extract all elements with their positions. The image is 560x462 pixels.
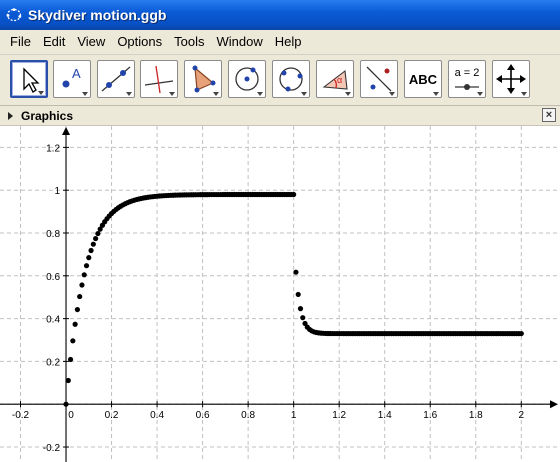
data-point <box>77 293 83 300</box>
angle-tool-button[interactable]: α <box>316 60 354 98</box>
data-point <box>86 255 92 261</box>
point-tool-button[interactable]: A <box>53 60 91 98</box>
svg-text:α: α <box>337 75 342 85</box>
app-window: Skydiver motion.ggb File Edit View Optio… <box>0 0 560 462</box>
polygon-tool-button[interactable] <box>184 60 222 98</box>
data-point <box>293 269 299 275</box>
y-tick-label: 1.2 <box>46 143 60 154</box>
data-point <box>70 338 76 344</box>
graphics-panel-header: Graphics × <box>0 106 560 126</box>
slider-tool-button[interactable]: a = 2 <box>448 60 486 98</box>
data-point <box>297 306 304 312</box>
x-tick-label: 1.2 <box>332 410 346 421</box>
data-point <box>90 241 96 247</box>
circle-three-points-tool-button[interactable] <box>272 60 310 98</box>
y-tick-label: 0.2 <box>46 357 60 368</box>
data-point <box>300 315 306 321</box>
geogebra-icon <box>6 7 22 23</box>
y-tick-label: 0.4 <box>46 315 60 326</box>
y-axis-arrow <box>62 127 71 135</box>
data-point <box>291 191 297 198</box>
menu-tools[interactable]: Tools <box>168 30 210 54</box>
menu-help[interactable]: Help <box>269 30 308 54</box>
close-icon[interactable]: × <box>542 108 556 122</box>
x-tick-label: -0.2 <box>12 410 30 421</box>
data-point <box>74 306 80 313</box>
line-tool-button[interactable] <box>97 60 135 98</box>
svg-text:A: A <box>72 66 81 81</box>
y-tick-label: 0.8 <box>46 229 60 240</box>
data-point <box>72 321 78 327</box>
data-point <box>95 230 101 237</box>
panel-title: Graphics <box>21 108 74 123</box>
reflect-tool-button[interactable] <box>360 60 398 98</box>
menu-bar: File Edit View Options Tools Window Help <box>0 30 560 54</box>
x-tick-label: 0.8 <box>241 410 255 421</box>
text-tool-button[interactable]: ABC <box>404 60 442 98</box>
x-tick-label: 0.6 <box>196 410 210 421</box>
window-title: Skydiver motion.ggb <box>28 7 167 23</box>
x-tick-label: 0.2 <box>105 410 119 421</box>
move-tool-button[interactable] <box>10 60 48 98</box>
data-point <box>83 263 90 269</box>
x-tick-label: 1.8 <box>469 410 483 421</box>
data-point <box>65 377 71 384</box>
data-point <box>295 291 301 298</box>
data-point <box>88 247 94 254</box>
menu-edit[interactable]: Edit <box>37 30 71 54</box>
x-tick-label: 0.4 <box>150 410 164 421</box>
circle-tool-button[interactable] <box>228 60 266 98</box>
x-tick-label: 1.6 <box>423 410 437 421</box>
menu-options[interactable]: Options <box>111 30 168 54</box>
data-point <box>518 330 524 337</box>
data-point <box>67 356 74 363</box>
y-tick-label: 1 <box>54 186 60 197</box>
data-point <box>63 401 69 407</box>
menu-view[interactable]: View <box>71 30 111 54</box>
y-tick-label: 0.6 <box>46 272 60 283</box>
collapse-triangle-icon[interactable] <box>8 111 13 120</box>
move-view-tool-button[interactable] <box>492 60 530 98</box>
menu-file[interactable]: File <box>4 30 37 54</box>
x-tick-label: 0 <box>68 410 74 421</box>
x-tick-label: 1 <box>291 410 297 421</box>
data-point <box>81 272 87 278</box>
perpendicular-tool-button[interactable] <box>140 60 178 98</box>
data-point <box>93 235 99 242</box>
toolbar: A α ABC a = 2 <box>0 54 560 106</box>
title-bar[interactable]: Skydiver motion.ggb <box>0 0 560 30</box>
menu-window[interactable]: Window <box>210 30 268 54</box>
scatter-plot: -0.2 0 0.2 0.4 0.6 0.8 1 1.2 1.4 1.6 1.8 2 -0.2 0.2 0.… <box>0 126 560 462</box>
x-axis-arrow <box>550 400 558 409</box>
x-tick-label: 1.4 <box>378 410 392 421</box>
graphics-view[interactable]: -0.2 0 0.2 0.4 0.6 0.8 1 1.2 1.4 1.6 1.8 2 -0.2 0.2 0.… <box>0 126 560 462</box>
data-point <box>79 282 85 288</box>
y-tick-label: -0.2 <box>43 443 61 454</box>
x-tick-label: 2 <box>519 410 525 421</box>
